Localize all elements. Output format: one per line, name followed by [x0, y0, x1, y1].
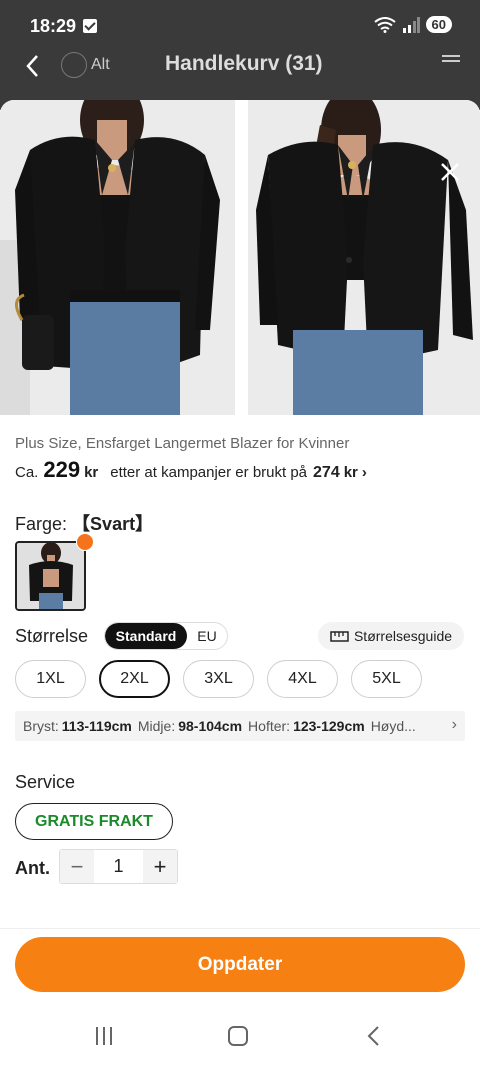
measure-value: 123-129cm — [293, 718, 365, 734]
quantity-increase-button[interactable]: + — [143, 850, 177, 883]
product-photos — [0, 100, 480, 415]
notification-check-icon — [83, 19, 97, 33]
product-options-sheet: Plus Size, Ensfarget Langermet Blazer fo… — [0, 100, 480, 1067]
recent-apps-icon[interactable] — [94, 1026, 114, 1046]
footer-divider — [0, 928, 480, 929]
size-option-1xl[interactable]: 1XL — [15, 660, 86, 698]
size-guide-button[interactable]: Størrelsesguide — [318, 622, 464, 650]
color-swatch-black[interactable] — [15, 541, 86, 611]
original-currency: kr — [343, 464, 358, 481]
chevron-right-icon: › — [448, 716, 457, 734]
status-icons: 60 — [373, 16, 452, 33]
price-currency: kr — [84, 464, 99, 481]
original-price: 274 — [313, 464, 340, 481]
home-icon[interactable] — [228, 1026, 248, 1046]
price-row[interactable]: Ca. 229 kr etter at kampanjer er brukt p… — [15, 457, 367, 483]
price-value: 229 — [43, 457, 81, 482]
measure-value: 113-119cm — [61, 718, 132, 734]
chevron-right-icon: › — [361, 464, 367, 481]
size-option-3xl[interactable]: 3XL — [183, 660, 254, 698]
status-bar: 18:29 60 — [0, 0, 480, 50]
hot-fire-icon — [76, 533, 94, 551]
measure-name: Bryst: — [23, 718, 59, 734]
signal-icon — [402, 16, 420, 33]
status-time: 18:29 — [30, 16, 77, 36]
size-option-2xl[interactable]: 2XL — [99, 660, 170, 698]
quantity-stepper: − 1 + — [59, 849, 178, 884]
back-icon[interactable] — [366, 1025, 380, 1047]
price-prefix: Ca. — [15, 464, 39, 481]
price-note: etter at kampanjer er brukt på — [110, 464, 308, 481]
color-value: 【Svart】 — [72, 514, 154, 534]
service-label: Service — [15, 772, 76, 792]
measure-value: 98-104cm — [178, 718, 243, 734]
ruler-icon — [330, 630, 349, 642]
quantity-decrease-button[interactable]: − — [60, 850, 94, 883]
wifi-icon — [373, 16, 396, 33]
measure-name: Høyd... — [370, 718, 416, 734]
menu-icon — [442, 55, 460, 62]
quantity-label: Ant. — [15, 858, 50, 878]
back-arrow-icon — [26, 55, 38, 77]
quantity-value[interactable]: 1 — [94, 850, 143, 883]
size-standard-tab[interactable]: Standard — [105, 623, 187, 649]
size-measurements[interactable]: Bryst: 113-119cm Midje: 98-104cm Hofter: 12… — [15, 711, 465, 741]
measure-name: Midje: — [137, 718, 176, 734]
measure-name: Hofter: — [248, 718, 291, 734]
size-option-4xl[interactable]: 4XL — [267, 660, 338, 698]
product-photo-side[interactable] — [248, 100, 480, 415]
cart-title: Handlekurv (31) — [165, 52, 323, 75]
close-icon[interactable] — [434, 156, 466, 188]
size-guide-label: Størrelsesguide — [353, 628, 453, 644]
free-shipping-option[interactable]: GRATIS FRAKT — [15, 803, 173, 840]
size-eu-tab[interactable]: EU — [187, 623, 227, 649]
select-all-radio — [61, 52, 87, 78]
background-cart-header: Alt Handlekurv (31) — [0, 44, 480, 90]
battery-indicator: 60 — [425, 16, 452, 33]
system-nav-bar — [0, 1010, 480, 1067]
color-label-text: Farge: — [15, 514, 68, 534]
select-all-label: Alt — [91, 56, 110, 73]
product-title: Plus Size, Ensfarget Langermet Blazer fo… — [15, 435, 350, 452]
size-label: Størrelse — [15, 626, 89, 646]
size-option-5xl[interactable]: 5XL — [351, 660, 422, 698]
size-standard-toggle: Standard EU — [104, 622, 228, 650]
update-button[interactable]: Oppdater — [15, 937, 465, 992]
product-photo-front[interactable] — [0, 100, 235, 415]
size-options: 1XL 2XL 3XL 4XL 5XL — [15, 660, 422, 698]
